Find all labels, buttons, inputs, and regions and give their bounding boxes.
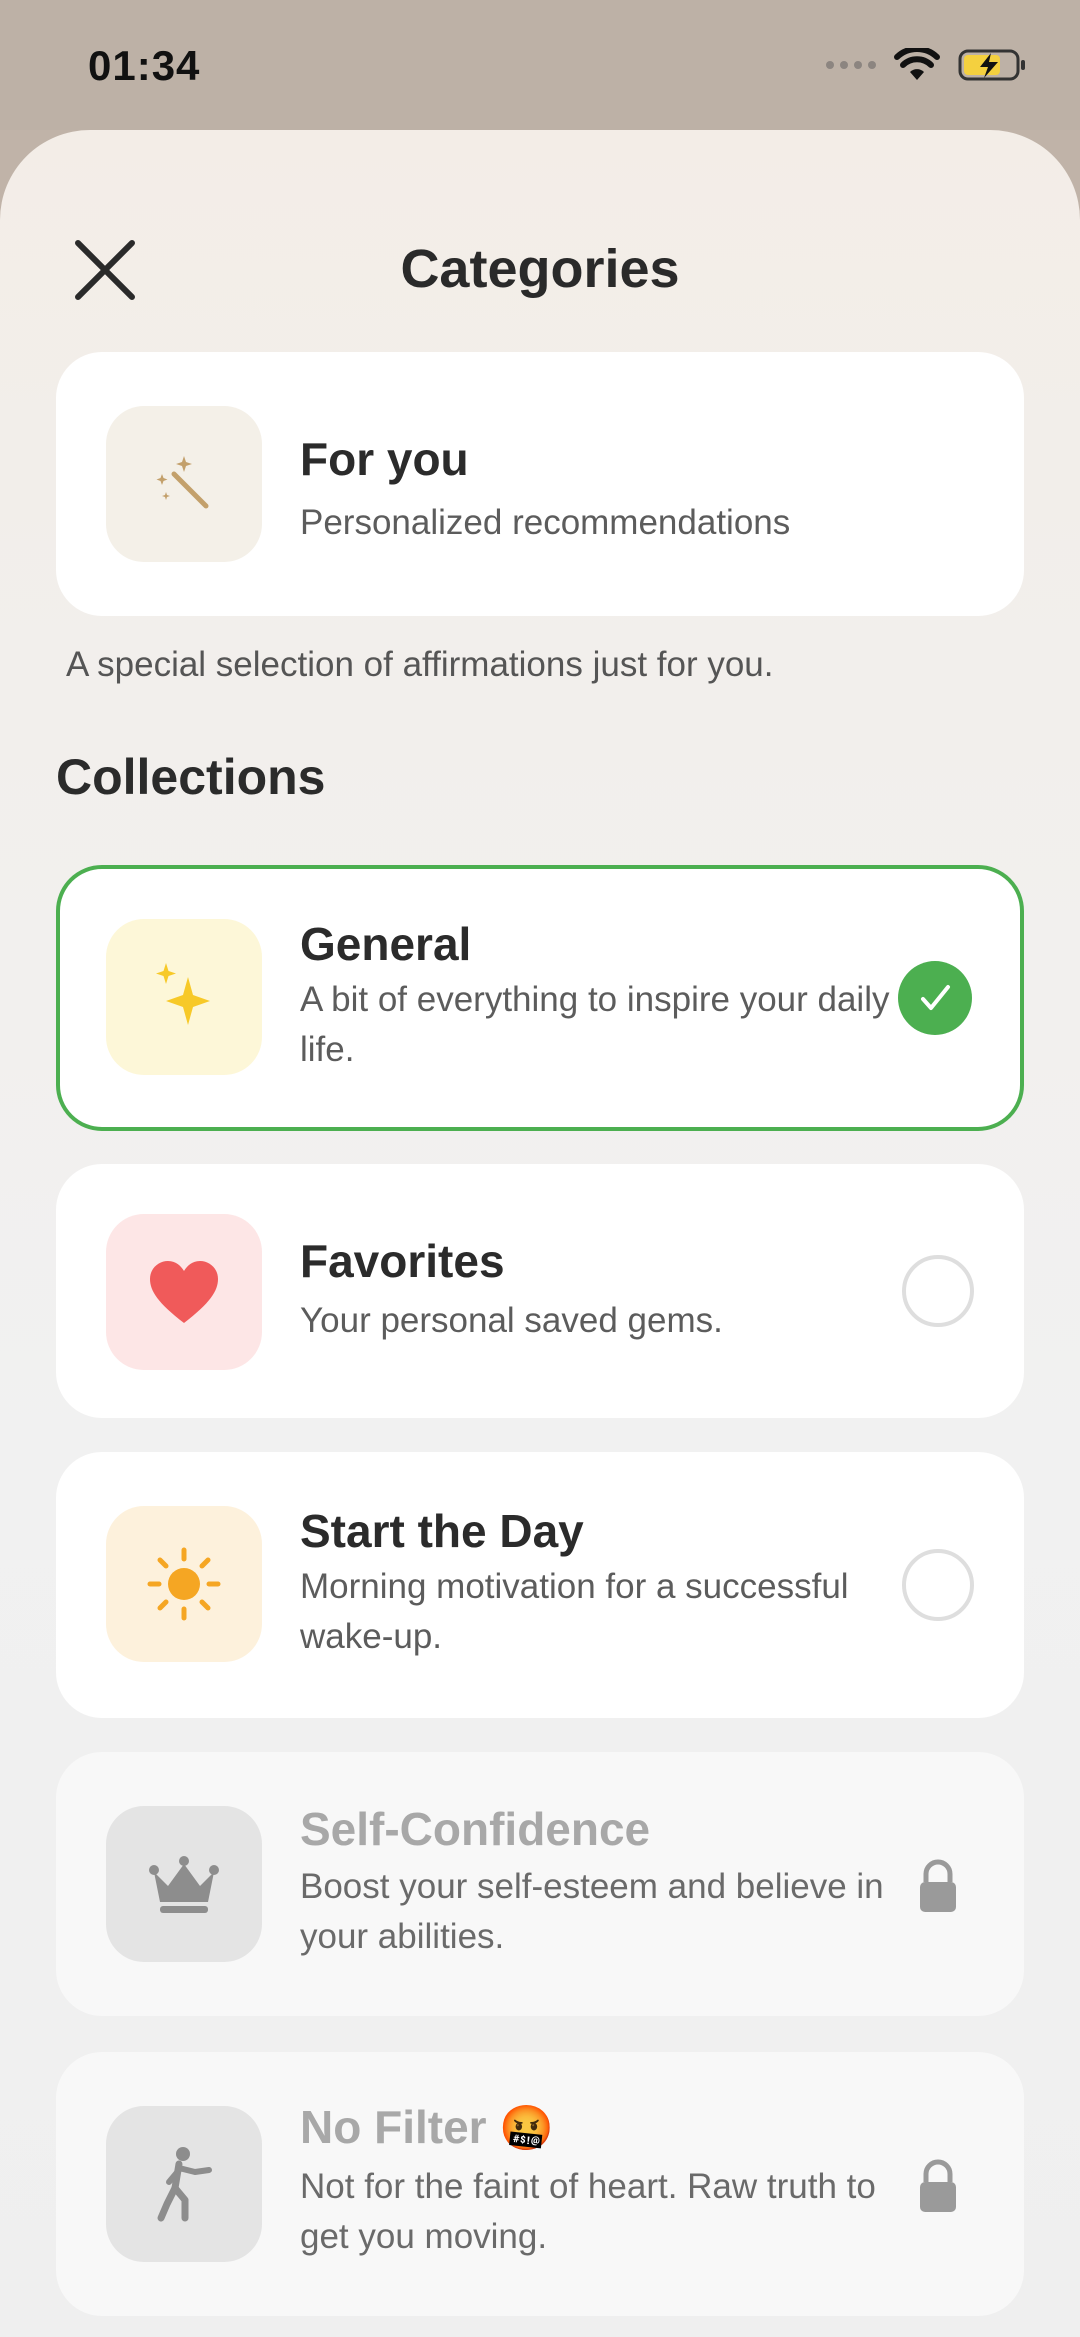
- crown-tile: [106, 1806, 262, 1962]
- magic-wand-icon: [156, 456, 209, 509]
- crown-icon: [149, 1856, 219, 1913]
- radio-unselected[interactable]: [902, 1549, 974, 1621]
- collection-desc: Morning motivation for a successful wake…: [300, 1567, 849, 1656]
- collection-title: Favorites: [300, 1235, 505, 1287]
- angry-face-emoji: 🤬: [499, 2104, 555, 2153]
- for-you-note: A special selection of affirmations just…: [66, 645, 774, 684]
- magic-wand-tile: [106, 406, 262, 562]
- for-you-card[interactable]: For you Personalized recommendations: [56, 352, 1024, 616]
- collection-title: Start the Day: [300, 1505, 584, 1557]
- for-you-subtitle: Personalized recommendations: [300, 503, 791, 542]
- collection-card-self-confidence[interactable]: Self-Confidence Boost your self-esteem a…: [56, 1752, 1024, 2016]
- collection-card-no-filter[interactable]: No Filter 🤬 Not for the faint of heart. …: [56, 2052, 1024, 2316]
- page-title: Categories: [400, 239, 680, 299]
- collection-title: No Filter 🤬: [300, 2100, 554, 2154]
- selected-check[interactable]: [898, 961, 972, 1035]
- status-bar: 01:34: [0, 0, 1080, 130]
- collection-title: General: [300, 918, 472, 970]
- for-you-title: For you: [300, 433, 469, 485]
- radio-unselected[interactable]: [902, 1255, 974, 1327]
- collection-desc: Not for the faint of heart. Raw truth to…: [300, 2167, 876, 2256]
- collection-card-start-the-day[interactable]: Start the Day Morning motivation for a s…: [56, 1452, 1024, 1718]
- lock-icon: [920, 1859, 956, 1912]
- sparkles-icon: [156, 963, 210, 1025]
- heart-tile: [106, 1214, 262, 1370]
- collection-desc: A bit of everything to inspire your dail…: [300, 980, 890, 1069]
- status-icons: [826, 48, 1028, 82]
- sun-icon: [147, 1547, 221, 1621]
- collections-heading: Collections: [56, 749, 326, 805]
- collection-card-general[interactable]: General A bit of everything to inspire y…: [56, 865, 1024, 1131]
- wifi-icon: [894, 48, 940, 80]
- running-person-tile: [106, 2106, 262, 2262]
- status-time: 01:34: [88, 42, 201, 89]
- sparkles-tile: [106, 919, 262, 1075]
- collection-title: Self-Confidence: [300, 1803, 651, 1855]
- heart-icon: [150, 1261, 218, 1323]
- collection-desc: Boost your self-esteem and believe in yo…: [300, 1867, 884, 1956]
- lock-icon: [920, 2159, 956, 2212]
- battery-icon: [958, 49, 1025, 81]
- collection-title-text: No Filter: [300, 2101, 487, 2153]
- collection-desc: Your personal saved gems.: [300, 1301, 723, 1340]
- checkmark-icon: [921, 985, 950, 1010]
- collection-card-favorites[interactable]: Favorites Your personal saved gems.: [56, 1164, 1024, 1418]
- running-person-icon: [157, 2147, 212, 2222]
- sun-tile: [106, 1506, 262, 1662]
- cellular-signal-icon: [826, 61, 876, 69]
- categories-sheet: Categories For you Personalized recommen…: [0, 130, 1080, 2337]
